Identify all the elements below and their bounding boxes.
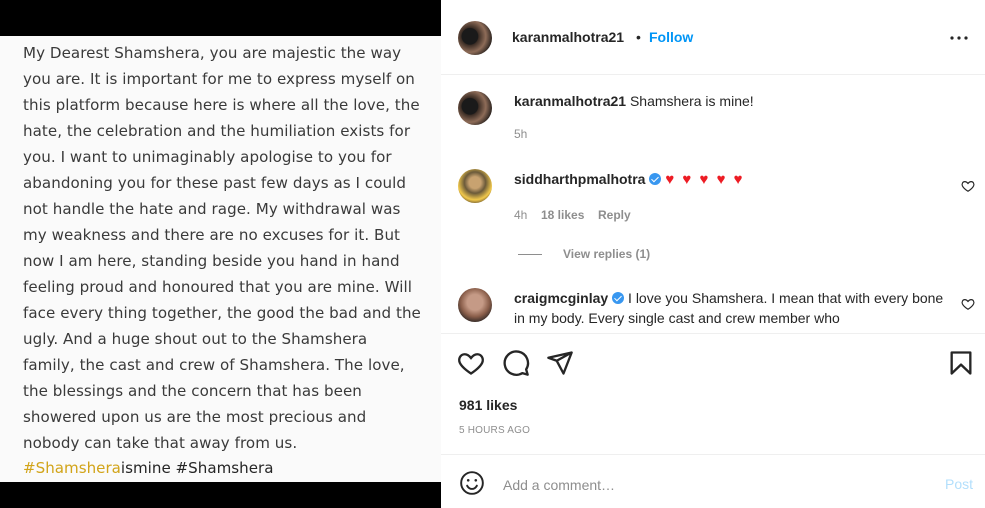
heart-emojis: ♥ ♥ ♥ ♥ ♥	[665, 171, 745, 188]
post-details-panel: karanmalhotra21 • Follow karanmalhotra21…	[441, 0, 985, 508]
comment-username[interactable]: siddharthpmalhotra	[514, 171, 645, 187]
comment-username[interactable]: craigmcginlay	[514, 290, 608, 306]
follow-button[interactable]: Follow	[649, 29, 693, 45]
view-replies-button[interactable]: View replies (1)	[563, 247, 650, 261]
post-header: karanmalhotra21 • Follow	[441, 0, 985, 75]
post-likes-count[interactable]: 981 likes	[459, 397, 517, 413]
comment-craig: craigmcginlay I love you Shamshera. I me…	[514, 288, 944, 328]
save-bookmark-icon[interactable]	[947, 349, 975, 377]
comment-time: 5h	[514, 127, 528, 141]
like-comment-heart-icon[interactable]	[961, 297, 975, 311]
reply-label[interactable]: Reply	[598, 208, 631, 222]
post-actions: 981 likes 5 HOURS AGO	[441, 335, 985, 455]
more-options-icon[interactable]	[947, 26, 971, 50]
comment-likes[interactable]: 18 likes	[541, 208, 584, 222]
share-paper-plane-icon[interactable]	[546, 349, 574, 377]
comment-siddharth: siddharthpmalhotra ♥ ♥ ♥ ♥ ♥	[514, 169, 934, 190]
hashtag-shamshera-gold: #Shamshera	[23, 459, 121, 477]
emoji-icon[interactable]	[459, 470, 485, 496]
add-comment-bar: Post	[441, 456, 985, 508]
post-timestamp: 5 HOURS AGO	[459, 425, 531, 436]
comment-avatar[interactable]	[458, 288, 492, 322]
view-replies-label[interactable]: View replies (1)	[563, 247, 650, 261]
like-heart-icon[interactable]	[457, 349, 485, 377]
comment-input[interactable]	[503, 475, 923, 495]
replies-divider	[518, 254, 542, 255]
post-image: My Dearest Shamshera, you are majestic t…	[0, 0, 441, 508]
author-avatar[interactable]	[458, 21, 492, 55]
comment-likes-count[interactable]: 18 likes	[541, 208, 584, 222]
reply-button[interactable]: Reply	[598, 208, 631, 222]
author-username[interactable]: karanmalhotra21	[512, 29, 624, 45]
comment-avatar[interactable]	[458, 169, 492, 203]
comment-text: Shamshera is mine!	[629, 93, 754, 109]
image-caption-body: My Dearest Shamshera, you are majestic t…	[23, 44, 421, 452]
header-separator: •	[636, 29, 641, 45]
caption-comment: karanmalhotra21 Shamshera is mine!	[514, 91, 944, 111]
image-top-bar	[0, 0, 441, 36]
comment-time: 4h	[514, 208, 528, 222]
comment-avatar[interactable]	[458, 91, 492, 125]
comments-list: karanmalhotra21 Shamshera is mine! 5h si…	[441, 75, 985, 334]
hashtag-rest: ismine #Shamshera	[120, 459, 274, 477]
image-bottom-bar	[0, 482, 441, 508]
like-comment-heart-icon[interactable]	[961, 179, 975, 193]
comment-username[interactable]: karanmalhotra21	[514, 93, 626, 109]
comment-bubble-icon[interactable]	[502, 349, 530, 377]
post-comment-button[interactable]: Post	[945, 476, 973, 492]
image-caption-hashtags: #Shamsheraismine #Shamshera	[23, 455, 423, 481]
verified-badge-icon	[649, 173, 662, 185]
verified-badge-icon	[612, 292, 625, 304]
